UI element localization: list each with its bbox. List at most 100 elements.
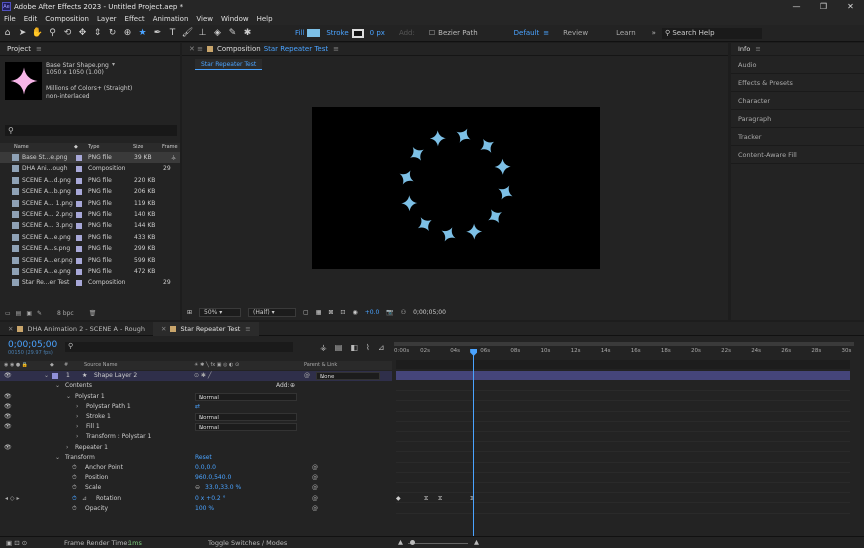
comp-timecode[interactable]: 0;00;05;00 xyxy=(413,309,446,316)
expand-chevron-icon[interactable]: ⌄ xyxy=(44,372,49,379)
layer-name[interactable]: Shape Layer 2 xyxy=(94,372,137,379)
mask-visibility-icon[interactable]: ⊠ xyxy=(328,309,333,316)
always-preview-icon[interactable]: ⊞ xyxy=(187,309,192,316)
panel-menu-icon[interactable]: ≡ xyxy=(245,325,250,333)
item-color-label[interactable] xyxy=(76,155,82,161)
toggle-switches-button[interactable]: Toggle Switches / Modes xyxy=(208,539,287,547)
stroke-width-value[interactable]: 0 px xyxy=(370,29,385,37)
layer-color-label[interactable] xyxy=(52,373,58,379)
resolution-dropdown[interactable]: (Half) ▾ xyxy=(248,308,297,317)
dolly-tool-icon[interactable]: ⇕ xyxy=(90,26,105,41)
rotation-row[interactable]: ◂ ◇ ▸ ⏱ ⊿ Rotation 0 x +0.2 ° @ xyxy=(0,494,392,504)
zoom-out-icon[interactable]: ▲ xyxy=(398,538,403,546)
orbit-tool-icon[interactable]: ⟲ xyxy=(60,26,75,41)
timeline-track-row[interactable] xyxy=(396,473,850,483)
col-type[interactable]: Type xyxy=(88,144,99,150)
timeline-track-row[interactable] xyxy=(396,412,850,422)
project-item[interactable]: DHA Ani...ough Composition 29 xyxy=(0,163,180,174)
expand-chevron-icon[interactable]: ⌄ xyxy=(66,393,71,400)
fill-label[interactable]: Fill xyxy=(295,29,304,37)
keyframe-marker[interactable]: ⧖ xyxy=(424,495,428,503)
close-tab-icon[interactable]: ✕ ≡ xyxy=(189,45,203,53)
visibility-eye-icon[interactable]: 👁 xyxy=(4,393,12,400)
bpc-label[interactable]: 8 bpc xyxy=(57,310,74,317)
panel-tracker[interactable]: Tracker xyxy=(731,128,864,146)
status-icons[interactable]: ▣ ⊡ ⊙ xyxy=(6,539,27,547)
expand-chevron-icon[interactable]: › xyxy=(66,444,68,451)
stopwatch-icon[interactable]: ⏱ xyxy=(72,474,77,482)
expression-spiral-icon[interactable]: @ xyxy=(312,505,318,512)
rotation-tool-icon[interactable]: ↻ xyxy=(105,26,120,41)
anchor-point-row[interactable]: ⏱ Anchor Point 0.0,0.0 @ xyxy=(0,463,392,473)
panel-effects-presets[interactable]: Effects & Presets xyxy=(731,74,864,92)
composition-name[interactable]: Star Repeater Test xyxy=(264,45,328,53)
timeline-track-row[interactable] xyxy=(396,422,850,432)
expression-spiral-icon[interactable]: @ xyxy=(312,495,318,502)
eraser-tool-icon[interactable]: ◈ xyxy=(210,26,225,41)
project-item[interactable]: SCENE A... 2.png PNG file 140 KB xyxy=(0,209,180,220)
stopwatch-icon[interactable]: ⏱ xyxy=(72,464,77,472)
show-snapshot-icon[interactable]: ⚇ xyxy=(401,309,406,316)
scale-value[interactable]: 33.0,33.0 % xyxy=(205,484,241,491)
snapshot-icon[interactable]: 📷 xyxy=(386,309,393,316)
item-color-label[interactable] xyxy=(76,177,82,184)
item-color-label[interactable] xyxy=(76,166,82,173)
timeline-track-row[interactable] xyxy=(396,503,850,514)
project-item[interactable]: Star Re...er Test Composition 29 xyxy=(0,277,180,288)
trash-icon[interactable]: 🗑 xyxy=(89,310,97,317)
asset-dropdown-icon[interactable]: ▾ xyxy=(112,61,115,68)
constrain-link-icon[interactable]: ⊖ xyxy=(195,484,200,491)
visibility-eye-icon[interactable]: 👁 xyxy=(4,403,12,410)
fill-row[interactable]: 👁 › Fill 1 Normal ⌄ xyxy=(0,422,392,432)
zoom-tool-icon[interactable]: ⚲ xyxy=(45,26,60,41)
zoom-dropdown[interactable]: 50% ▾ xyxy=(199,308,242,317)
timeline-timecode[interactable]: 0;00;05;00 xyxy=(8,340,57,350)
menu-layer[interactable]: Layer xyxy=(93,15,121,23)
timeline-track-row[interactable] xyxy=(396,442,850,453)
item-color-label[interactable] xyxy=(76,280,82,287)
expand-chevron-icon[interactable]: ⌄ xyxy=(55,382,60,389)
timeline-track-row[interactable] xyxy=(396,493,850,504)
clone-stamp-tool-icon[interactable]: ⊥ xyxy=(195,26,210,41)
keyframe-nav-icon[interactable]: ◂ ◇ ▸ xyxy=(5,495,19,502)
tab-dha-animation[interactable]: ✕ DHA Animation 2 - SCENE A - Rough xyxy=(0,322,153,336)
path-direction-icon[interactable]: ⇄ xyxy=(195,403,200,410)
zoom-slider[interactable] xyxy=(408,543,468,544)
item-color-label[interactable] xyxy=(76,246,82,253)
close-tab-icon[interactable]: ✕ xyxy=(161,325,166,333)
panel-menu-icon[interactable]: ≡ xyxy=(333,45,339,53)
hand-tool-icon[interactable]: ✋ xyxy=(30,26,45,41)
expand-chevron-icon[interactable]: › xyxy=(76,403,78,410)
minimize-button[interactable]: — xyxy=(783,0,810,13)
stroke-label[interactable]: Stroke xyxy=(326,29,348,37)
rotation-value[interactable]: 0 x +0.2 ° xyxy=(195,495,226,502)
panel-content-aware-fill[interactable]: Content-Aware Fill xyxy=(731,146,864,164)
timeline-track-row[interactable] xyxy=(396,391,850,402)
reset-link[interactable]: Reset xyxy=(195,454,212,461)
close-tab-icon[interactable]: ✕ xyxy=(8,325,13,333)
scale-row[interactable]: ⏱ Scale ⊖ 33.0,33.0 % @ xyxy=(0,483,392,493)
project-item[interactable]: SCENE A...er.png PNG file 599 KB xyxy=(0,255,180,266)
menu-help[interactable]: Help xyxy=(253,15,277,23)
fill-mode-dropdown[interactable]: Normal ⌄ xyxy=(195,423,297,432)
expression-spiral-icon[interactable]: @ xyxy=(312,474,318,481)
menu-effect[interactable]: Effect xyxy=(121,15,149,23)
menu-animation[interactable]: Animation xyxy=(149,15,193,23)
stroke-swatch[interactable] xyxy=(351,28,364,38)
home-icon[interactable]: ⌂ xyxy=(0,26,15,41)
timeline-track-row[interactable] xyxy=(396,452,850,463)
project-item[interactable]: SCENE A...b.png PNG file 206 KB xyxy=(0,186,180,197)
item-color-label[interactable] xyxy=(76,234,82,241)
more-workspaces-icon[interactable]: » xyxy=(652,29,656,37)
menu-view[interactable]: View xyxy=(192,15,217,23)
add-content-icon[interactable]: ⊕ xyxy=(290,382,295,389)
expand-chevron-icon[interactable]: › xyxy=(76,423,78,430)
time-navigator[interactable] xyxy=(394,342,854,346)
layer-switch-icons[interactable]: ⊙ ✱ ╱ xyxy=(194,372,211,379)
zoom-in-icon[interactable]: ▲ xyxy=(474,538,479,546)
item-color-label[interactable] xyxy=(76,223,82,230)
search-help-input[interactable]: ⚲ Search Help xyxy=(661,27,762,39)
close-button[interactable]: ✕ xyxy=(837,0,864,13)
expression-spiral-icon[interactable]: @ xyxy=(312,484,318,491)
menu-edit[interactable]: Edit xyxy=(20,15,42,23)
